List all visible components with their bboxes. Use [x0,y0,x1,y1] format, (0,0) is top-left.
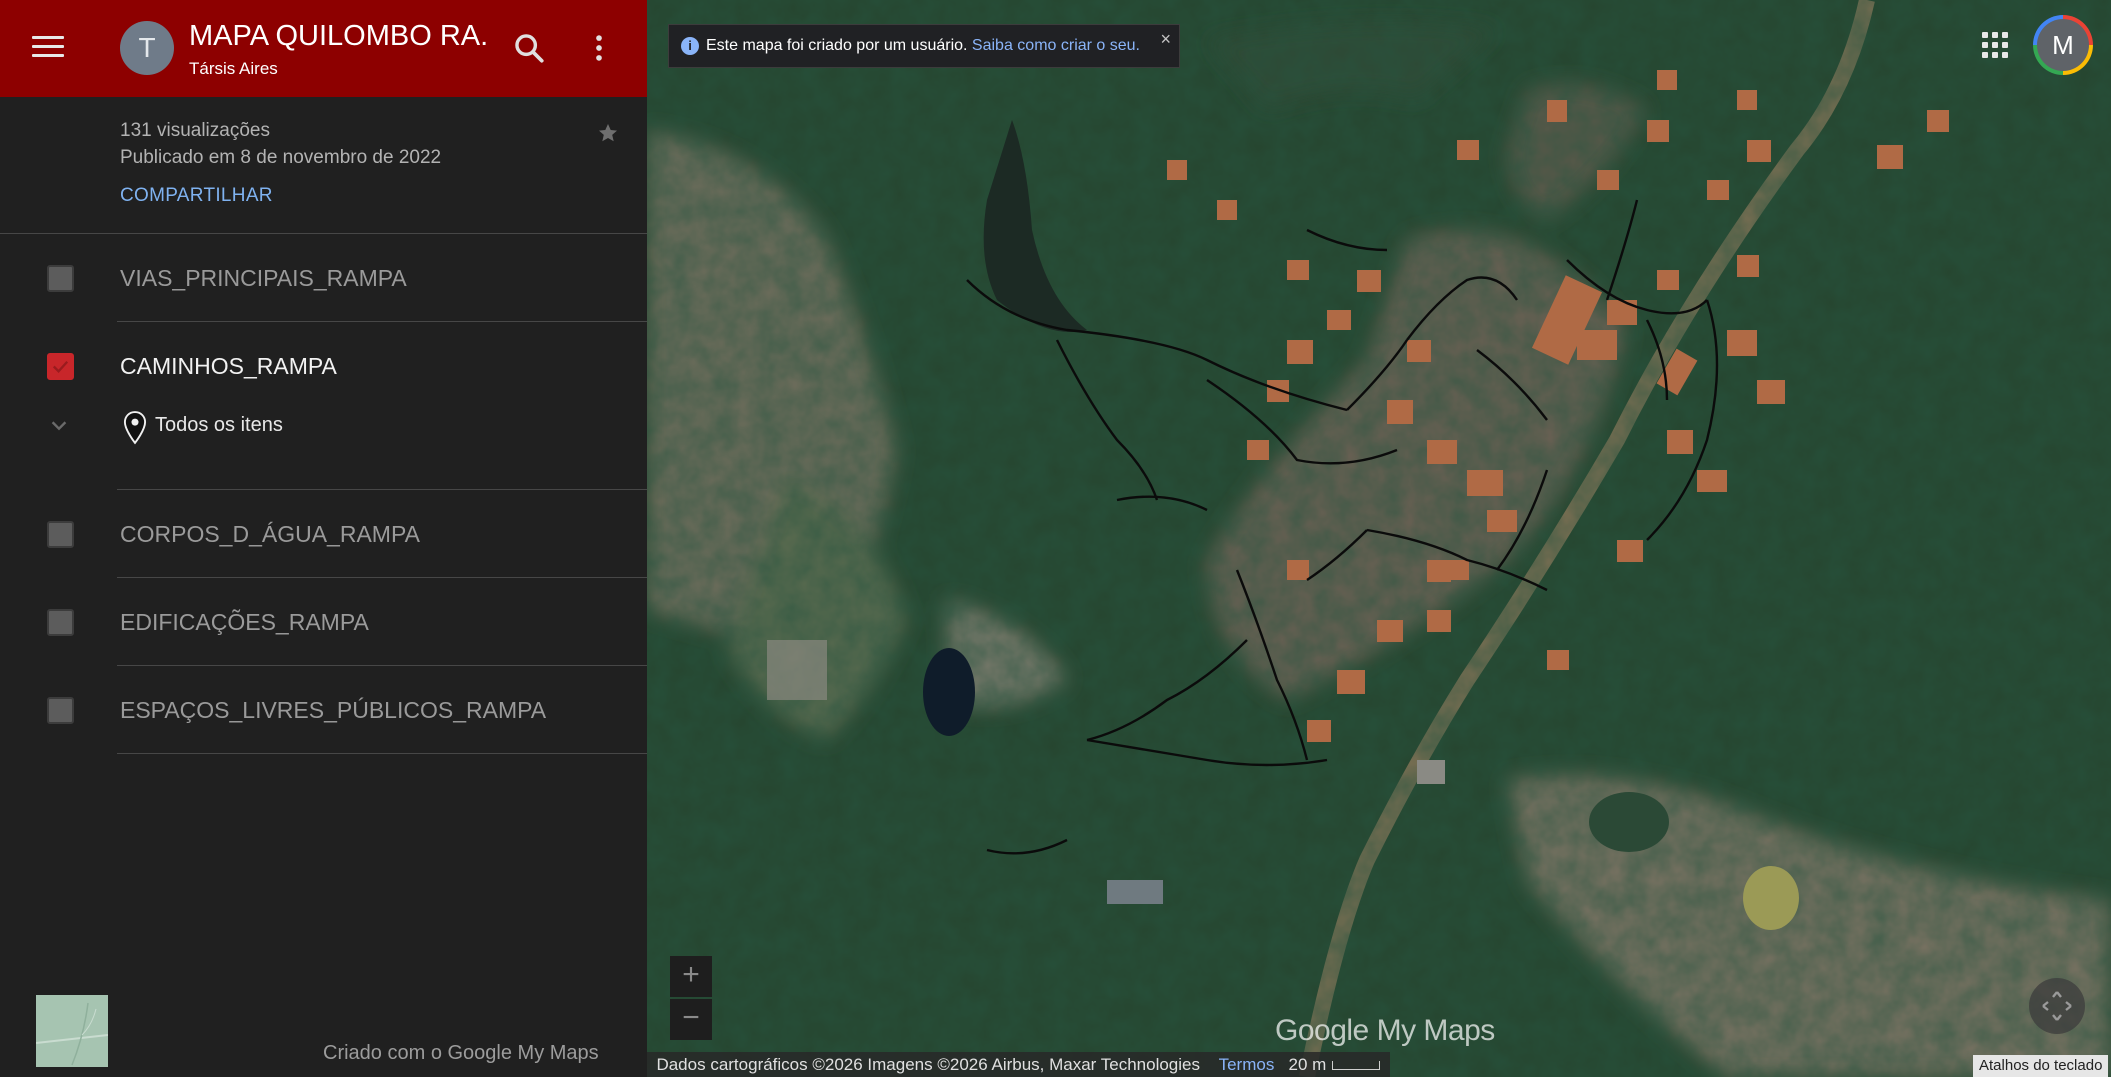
account-letter: M [2037,19,2089,71]
divider [0,233,647,234]
chevron-down-icon[interactable] [48,414,70,436]
map-canvas[interactable]: i Este mapa foi criado por um usuário. S… [647,0,2111,1077]
satellite-imagery[interactable] [647,0,2111,1077]
scale-bar [1332,1061,1381,1071]
star-icon[interactable] [596,121,620,145]
layer-label[interactable]: EDIFICAÇÕES_RAMPA [120,609,369,636]
divider [117,665,647,666]
notice-text: Este mapa foi criado por um usuário. [706,37,968,54]
basemap-thumbnail[interactable] [36,995,108,1067]
layer-checkbox[interactable] [47,521,74,548]
close-icon[interactable]: × [1160,29,1171,50]
all-items-link[interactable]: Todos os itens [155,414,283,437]
layer-label[interactable]: VIAS_PRINCIPAIS_RAMPA [120,265,407,292]
terms-link[interactable]: Termos [1219,1055,1275,1074]
map-attribution: Dados cartográficos ©2026 Imagens ©2026 … [647,1052,1390,1077]
attribution-text: Dados cartográficos ©2026 Imagens ©2026 … [656,1055,1200,1074]
layer-label[interactable]: CAMINHOS_RAMPA [120,353,337,380]
divider [117,489,647,490]
map-pin-icon [123,411,147,445]
divider [117,577,647,578]
map-title: MAPA QUILOMBO RA... [189,20,489,52]
scale-label[interactable]: 20 m [1289,1055,1327,1074]
learn-create-link[interactable]: Saiba como criar o seu. [972,37,1140,54]
layer-checkbox-checked[interactable] [47,353,74,380]
apps-grid-icon[interactable] [1982,32,2010,60]
layer-label[interactable]: CORPOS_D_ÁGUA_RAMPA [120,521,420,548]
layer-checkbox[interactable] [47,265,74,292]
author-avatar[interactable]: T [120,21,174,75]
published-date: Publicado em 8 de novembro de 2022 [120,147,442,168]
zoom-out-button[interactable]: − [670,999,712,1040]
layer-checkbox[interactable] [47,609,74,636]
google-my-maps-watermark: Google My Maps [1275,1014,1495,1047]
keyboard-shortcuts-button[interactable]: Atalhos do teclado [1973,1055,2109,1077]
user-created-notice: i Este mapa foi criado por um usuário. S… [668,24,1180,68]
search-icon[interactable] [512,31,546,65]
layer-checkbox[interactable] [47,697,74,724]
zoom-in-button[interactable]: + [670,956,712,997]
check-icon [52,360,69,373]
sidebar: T MAPA QUILOMBO RA... Társis Aires 131 v… [0,0,647,1077]
divider [117,753,647,754]
compass-icon[interactable] [2029,978,2085,1034]
more-vert-icon[interactable] [582,31,616,65]
share-button[interactable]: COMPARTILHAR [120,185,273,207]
view-count: 131 visualizações [120,120,270,141]
account-avatar[interactable]: M [2033,15,2093,75]
menu-icon[interactable] [32,36,64,60]
map-author[interactable]: Társis Aires [189,59,278,79]
divider [117,321,647,322]
info-icon: i [681,37,699,55]
sidebar-header: T MAPA QUILOMBO RA... Társis Aires [0,0,647,97]
created-with-credit[interactable]: Criado com o Google My Maps [323,1042,599,1065]
layer-label[interactable]: ESPAÇOS_LIVRES_PÚBLICOS_RAMPA [120,697,546,724]
